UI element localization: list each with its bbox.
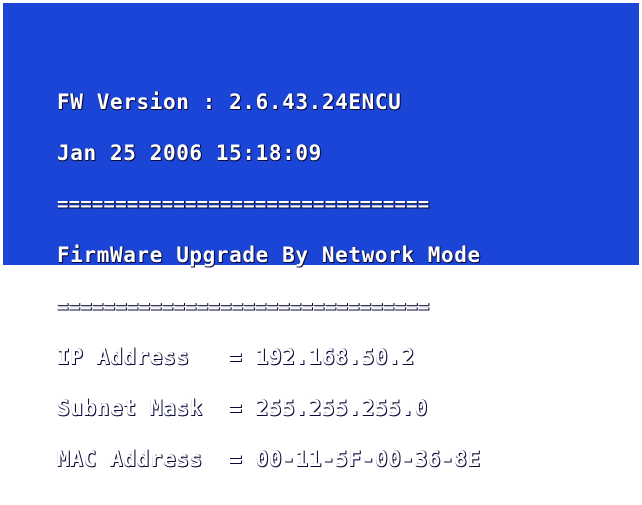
console-text: FW Version : 2.6.43.24ENCU Jan 25 2006 1… (57, 60, 587, 502)
timestamp-line: Jan 25 2006 15:18:09 (57, 141, 322, 165)
screen-frame: FW Version : 2.6.43.24ENCU Jan 25 2006 1… (0, 0, 642, 470)
divider-bottom: ================================ (57, 295, 430, 317)
ip-address-line: IP Address = 192.168.50.2 (57, 345, 415, 369)
fw-version-line: FW Version : 2.6.43.24ENCU (57, 90, 402, 114)
subnet-mask-line: Subnet Mask = 255.255.255.0 (57, 396, 428, 420)
mac-address-line: MAC Address = 00-11-5F-00-36-8E (57, 447, 481, 471)
divider-top: ================================ (57, 193, 430, 215)
console-screen: FW Version : 2.6.43.24ENCU Jan 25 2006 1… (3, 3, 639, 470)
mode-title-line: FirmWare Upgrade By Network Mode (57, 243, 481, 267)
